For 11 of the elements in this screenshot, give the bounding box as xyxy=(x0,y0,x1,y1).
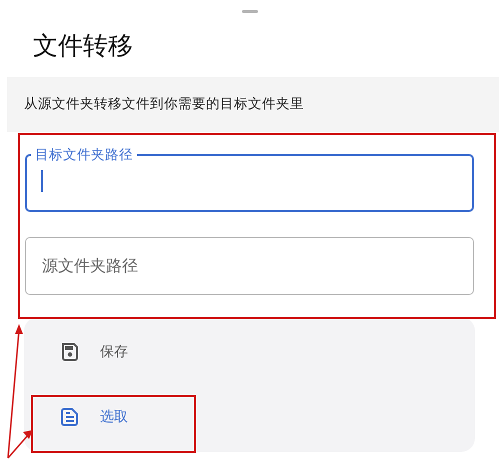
text-field[interactable]: 目标文件夹路径 xyxy=(25,146,474,212)
dialog-title: 文件转移 xyxy=(33,30,134,62)
description-banner: 从源文件夹转移文件到你需要的目标文件夹里 xyxy=(7,77,499,132)
document-icon xyxy=(60,407,80,427)
text-field[interactable]: 源文件夹路径 xyxy=(25,237,474,295)
field-placeholder: 源文件夹路径 xyxy=(42,255,138,277)
text-cursor xyxy=(41,170,43,192)
menu-item[interactable]: 选取 xyxy=(60,397,475,437)
drag-handle[interactable] xyxy=(242,10,258,13)
menu-item[interactable]: 保存 xyxy=(60,332,475,372)
floating-label: 目标文件夹路径 xyxy=(34,146,134,164)
